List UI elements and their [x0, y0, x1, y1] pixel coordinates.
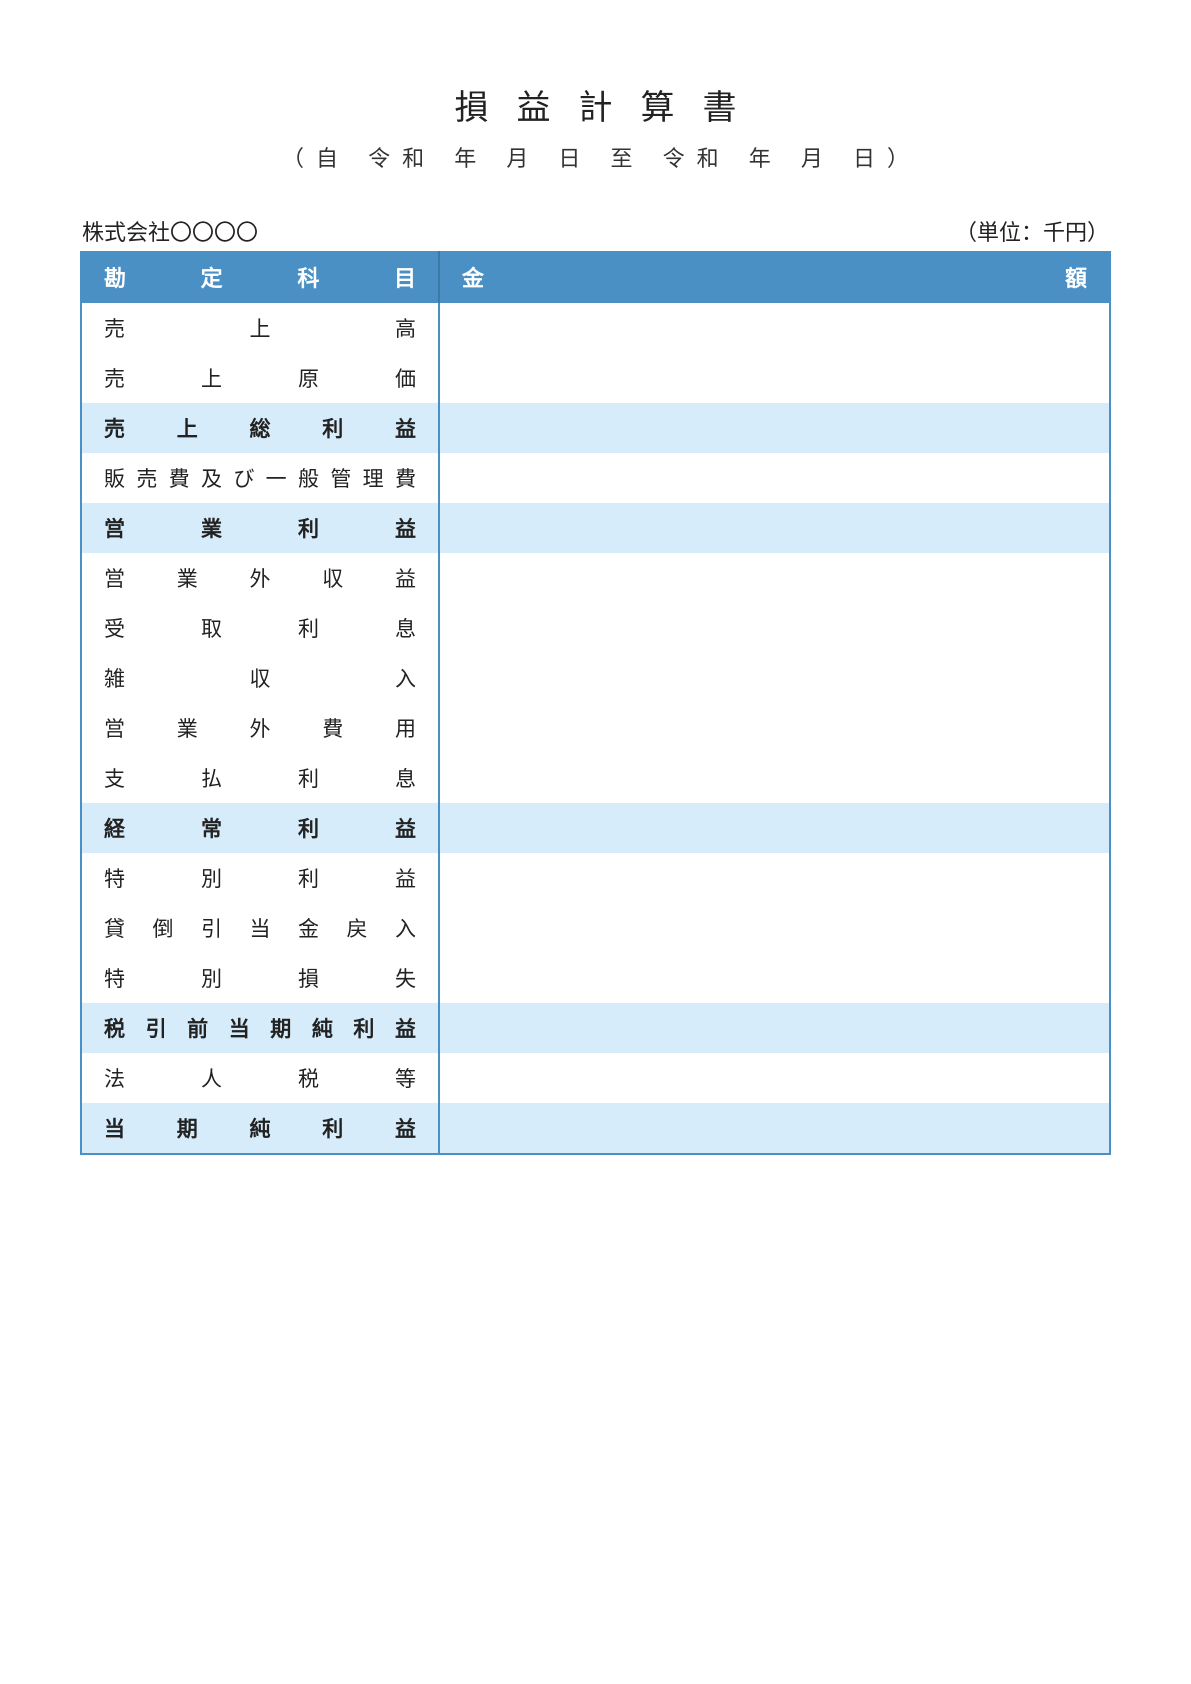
row-label: 法人税等 [82, 1053, 440, 1103]
row-label: 税引前当期純利益 [82, 1003, 440, 1053]
row-amount [440, 1018, 1109, 1038]
table-row: 売上原価 [82, 353, 1109, 403]
row-amount [440, 1068, 1109, 1088]
row-amount [440, 968, 1109, 988]
table-row: 支払利息 [82, 753, 1109, 803]
meta-row: 株式会社〇〇〇〇 （単位：千円） [80, 215, 1111, 247]
header-amount: 金額 [440, 251, 1109, 303]
row-label: 営業外収益 [82, 553, 440, 603]
table-row: 営業外費用 [82, 703, 1109, 753]
row-amount [440, 468, 1109, 488]
table-row: 売上高 [82, 303, 1109, 353]
table-row: 法人税等 [82, 1053, 1109, 1103]
row-label: 売上原価 [82, 353, 440, 403]
row-amount [440, 718, 1109, 738]
row-label: 支払利息 [82, 753, 440, 803]
company-name: 株式会社〇〇〇〇 [82, 215, 258, 247]
table-row: 受取利息 [82, 603, 1109, 653]
row-label: 営業利益 [82, 503, 440, 553]
table-row: 営業利益 [82, 503, 1109, 553]
unit-label: （単位：千円） [955, 215, 1109, 247]
row-label: 当期純利益 [82, 1103, 440, 1153]
table-row: 税引前当期純利益 [82, 1003, 1109, 1053]
row-amount [440, 418, 1109, 438]
table-row: 当期純利益 [82, 1103, 1109, 1153]
row-label: 特別損失 [82, 953, 440, 1003]
row-amount [440, 1118, 1109, 1138]
row-label: 販売費及び一般管理費 [82, 453, 440, 503]
row-amount [440, 768, 1109, 788]
table-row: 特別利益 [82, 853, 1109, 903]
table-row: 売上総利益 [82, 403, 1109, 453]
row-label: 雑収入 [82, 653, 440, 703]
table-row: 販売費及び一般管理費 [82, 453, 1109, 503]
table-row: 経常利益 [82, 803, 1109, 853]
row-amount [440, 668, 1109, 688]
page-container: 損益計算書 （自 令和 年 月 日 至 令和 年 月 日） 株式会社〇〇〇〇 （… [0, 0, 1191, 1155]
row-label: 受取利息 [82, 603, 440, 653]
row-amount [440, 518, 1109, 538]
table-header-row: 勘定科目 金額 [82, 251, 1109, 303]
row-label: 貸倒引当金戻入 [82, 903, 440, 953]
table-row: 営業外収益 [82, 553, 1109, 603]
table-row: 雑収入 [82, 653, 1109, 703]
row-label: 営業外費用 [82, 703, 440, 753]
row-amount [440, 568, 1109, 588]
row-amount [440, 318, 1109, 338]
row-label: 売上高 [82, 303, 440, 353]
table-body: 売上高売上原価売上総利益販売費及び一般管理費営業利益営業外収益受取利息雑収入営業… [82, 303, 1109, 1153]
table-row: 貸倒引当金戻入 [82, 903, 1109, 953]
pl-table: 勘定科目 金額 売上高売上原価売上総利益販売費及び一般管理費営業利益営業外収益受… [80, 251, 1111, 1155]
row-label: 特別利益 [82, 853, 440, 903]
header-account: 勘定科目 [82, 251, 440, 303]
row-amount [440, 818, 1109, 838]
row-amount [440, 868, 1109, 888]
row-amount [440, 618, 1109, 638]
table-row: 特別損失 [82, 953, 1109, 1003]
row-label: 売上総利益 [82, 403, 440, 453]
row-label: 経常利益 [82, 803, 440, 853]
document-title: 損益計算書 [80, 80, 1111, 129]
row-amount [440, 368, 1109, 388]
document-subtitle: （自 令和 年 月 日 至 令和 年 月 日） [80, 141, 1111, 173]
row-amount [440, 918, 1109, 938]
